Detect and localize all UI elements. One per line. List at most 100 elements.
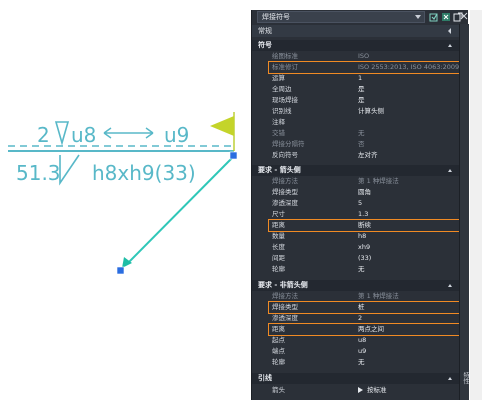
prop-row[interactable]: 起点 u8 (266, 335, 459, 346)
prop-name: 数量 (272, 232, 285, 240)
close-icon[interactable] (460, 11, 468, 23)
prop-value: u8 (358, 336, 367, 344)
distance-arrows-icon (103, 127, 154, 139)
palette-side-strip: 特性 (459, 24, 469, 400)
section-leader[interactable]: 引线 (252, 373, 459, 384)
prop-value: 无 (358, 358, 365, 366)
prop-value: 第 1 种焊接法 (358, 177, 399, 185)
prop-row[interactable]: 箭头 按标准 (266, 385, 459, 396)
prop-name: 交错 (272, 129, 285, 137)
fillet-weld-symbol-icon (54, 121, 70, 146)
prop-row[interactable]: 渗透深度 5 (266, 198, 459, 209)
collapse-icon (448, 284, 452, 287)
section-arrow-side-label: 要求 - 箭头侧 (258, 166, 301, 174)
weld-size-arrow-side: 51.3 (16, 161, 61, 185)
highlight-other-distance (268, 323, 461, 336)
prop-name: 反向符号 (272, 151, 298, 159)
prop-value: (33) (358, 254, 372, 262)
prop-name: 起点 (272, 336, 285, 344)
prop-row[interactable]: 轮廓 无 (266, 357, 459, 368)
section-other-side-label: 要求 - 非箭头侧 (258, 281, 308, 289)
prop-row[interactable]: 现场焊接 是 (266, 95, 459, 106)
prop-row[interactable]: 焊接类型 圆角 (266, 187, 459, 198)
prop-row[interactable]: 识别线 计算头侧 (266, 106, 459, 117)
object-type-label: 焊接符号 (262, 13, 290, 21)
prop-value: 是 (358, 85, 365, 93)
prop-value: 否 (358, 140, 365, 148)
prop-name: 焊接分隔符 (272, 140, 305, 148)
prop-name: 轮廓 (272, 358, 285, 366)
window-scrollbar[interactable] (470, 10, 482, 400)
properties-palette: 焊接符号 常规 符号 绘图标准 ISO 标准修订 ISO 2553:2013, IS… (251, 10, 469, 400)
highlight-arrow-distance (268, 219, 461, 232)
prop-name: 渗透深度 (272, 199, 298, 207)
general-dropdown[interactable]: 常规 (252, 25, 459, 37)
grip-end[interactable] (116, 266, 125, 275)
field-weld-flag-icon (210, 116, 234, 136)
collapse-icon (448, 44, 452, 47)
start-value-top: u8 (71, 123, 96, 147)
general-label: 常规 (258, 27, 272, 35)
prop-name: 端点 (272, 347, 285, 355)
prop-name: 运算 (272, 74, 285, 82)
prop-value: 是 (358, 96, 365, 104)
highlight-other-weld-type (268, 301, 461, 314)
properties-side-tab[interactable]: 特性 (461, 372, 470, 384)
prop-name: 焊接方法 (272, 177, 298, 185)
prop-value: 5 (358, 199, 363, 207)
chevron-down-icon (415, 15, 421, 19)
prop-row[interactable]: 长度 xh9 (266, 242, 459, 253)
prop-value-text: 按标准 (367, 386, 387, 394)
prop-row[interactable]: 交错 无 (266, 128, 459, 139)
section-symbol-label: 符号 (258, 41, 272, 49)
section-leader-label: 引线 (258, 374, 272, 382)
prop-row[interactable]: 间距 (33) (266, 253, 459, 264)
arrow-style-icon (358, 387, 363, 393)
toggle-pickadd-icon[interactable] (429, 12, 439, 22)
select-objects-icon[interactable] (441, 12, 451, 22)
collapse-icon (448, 169, 452, 172)
prop-row[interactable]: 端点 u9 (266, 346, 459, 357)
prop-value: 无 (358, 129, 365, 137)
prop-name: 识别线 (272, 107, 292, 115)
end-value-top: u9 (164, 123, 189, 147)
prop-value: xh9 (358, 243, 371, 251)
collapse-icon (448, 377, 452, 380)
prop-name: 轮廓 (272, 265, 285, 273)
prop-name: 长度 (272, 243, 285, 251)
prop-row[interactable]: 焊接分隔符 否 (266, 139, 459, 150)
object-type-select[interactable]: 焊接符号 (257, 11, 425, 23)
fillet-weld-symbol-arrow-side-icon (59, 154, 80, 186)
chevron-left-icon (448, 28, 451, 34)
leader-arrowhead-icon (122, 257, 132, 268)
highlight-standard-revision (268, 61, 461, 74)
prop-name: 箭头 (272, 386, 285, 394)
prop-name: 全周边 (272, 85, 292, 93)
prop-row[interactable]: 数量 h8 (266, 231, 459, 242)
palette-header: 焊接符号 (252, 10, 468, 24)
weld-length-arrow-side: h8xh9(33) (92, 161, 196, 185)
section-arrow-side[interactable]: 要求 - 箭头侧 (252, 165, 459, 176)
grip-start[interactable] (229, 151, 238, 160)
prop-row[interactable]: 焊接方法 第 1 种焊接法 (266, 176, 459, 187)
prop-value: 圆角 (358, 188, 371, 196)
prop-name: 注释 (272, 118, 285, 126)
section-symbol[interactable]: 符号 (252, 40, 459, 51)
prop-row[interactable]: 反向符号 左对齐 (266, 150, 459, 161)
prop-value: 计算头侧 (358, 107, 384, 115)
prop-row[interactable]: 全周边 是 (266, 84, 459, 95)
prop-name: 焊接类型 (272, 188, 298, 196)
size-value-top: 2 (37, 123, 50, 147)
prop-name: 现场焊接 (272, 96, 298, 104)
prop-name: 间距 (272, 254, 285, 262)
prop-row[interactable]: 运算 1 (266, 73, 459, 84)
prop-value: u9 (358, 347, 367, 355)
prop-value: 左对齐 (358, 151, 378, 159)
prop-row[interactable]: 轮廓 无 (266, 264, 459, 275)
section-other-side[interactable]: 要求 - 非箭头侧 (252, 280, 459, 291)
prop-value: 无 (358, 265, 365, 273)
prop-value: 按标准 (358, 385, 387, 396)
prop-row[interactable]: 注释 (266, 117, 459, 128)
prop-value: 1 (358, 74, 363, 82)
prop-value: h8 (358, 232, 367, 240)
